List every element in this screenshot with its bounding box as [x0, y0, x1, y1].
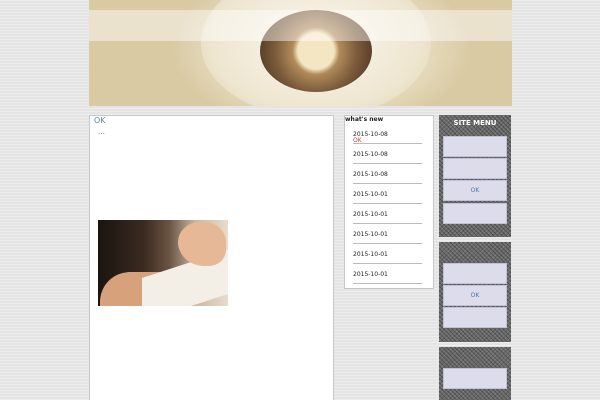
- menu-panel-3: [439, 347, 511, 400]
- main-content: OK …: [89, 115, 334, 400]
- site-menu-button[interactable]: OK: [443, 180, 507, 201]
- site-menu-panel: SITE MENU OK: [439, 115, 511, 237]
- banner-band: [89, 10, 512, 41]
- news-item[interactable]: 2015-10-08: [353, 144, 422, 164]
- menu-button[interactable]: [443, 263, 507, 284]
- news-date: 2015-10-08: [353, 151, 388, 158]
- menu-panel-2: OK: [439, 242, 511, 342]
- menu-button[interactable]: [443, 307, 507, 328]
- whats-new-title: what's new: [345, 116, 384, 123]
- news-date: 2015-10-08: [353, 131, 388, 138]
- news-date: 2015-10-01: [353, 211, 388, 218]
- menu-button[interactable]: [443, 368, 507, 389]
- news-item[interactable]: 2015-10-01: [353, 224, 422, 244]
- site-menu-button[interactable]: [443, 136, 507, 157]
- site-menu-button[interactable]: [443, 158, 507, 179]
- menu-button[interactable]: OK: [443, 285, 507, 306]
- news-date: 2015-10-01: [353, 251, 388, 258]
- site-menu-heading: SITE MENU: [453, 119, 497, 127]
- header-banner: [89, 0, 512, 106]
- news-item[interactable]: 2015-10-01: [353, 204, 422, 224]
- whats-new-panel: what's new 2015-10-08 OK 2015-10-08 2015…: [344, 115, 434, 289]
- photo-hand-right: [178, 222, 226, 266]
- news-item[interactable]: 2015-10-01: [353, 264, 422, 284]
- content-photo: [98, 220, 228, 306]
- ok-link[interactable]: OK: [94, 116, 106, 125]
- news-date: 2015-10-01: [353, 271, 388, 278]
- news-list: 2015-10-08 OK 2015-10-08 2015-10-08 2015…: [353, 124, 422, 284]
- ellipsis-text: …: [98, 128, 105, 136]
- news-date: 2015-10-01: [353, 231, 388, 238]
- news-item[interactable]: 2015-10-01: [353, 244, 422, 264]
- news-date: 2015-10-08: [353, 171, 388, 178]
- news-date: 2015-10-01: [353, 191, 388, 198]
- site-menu-button[interactable]: [443, 203, 507, 224]
- news-item[interactable]: 2015-10-08 OK: [353, 124, 422, 144]
- news-item[interactable]: 2015-10-01: [353, 184, 422, 204]
- news-item[interactable]: 2015-10-08: [353, 164, 422, 184]
